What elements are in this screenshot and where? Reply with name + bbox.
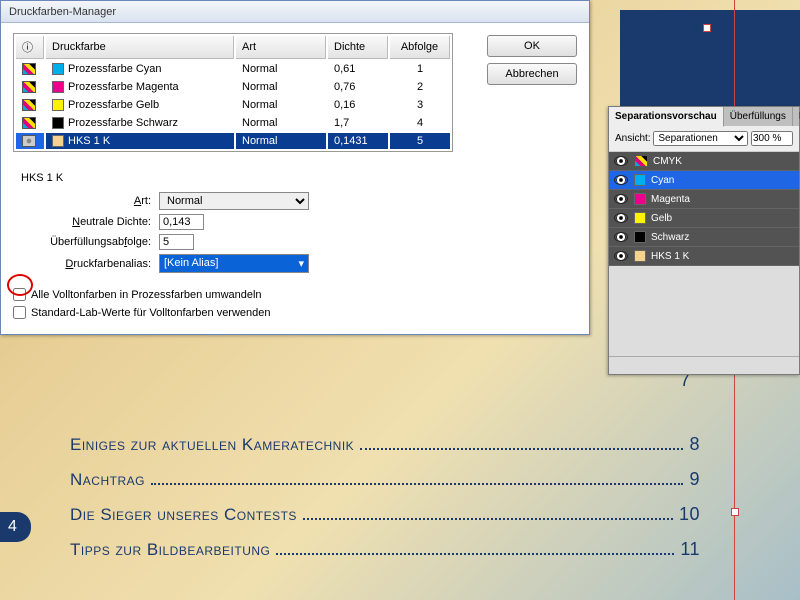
col-icon[interactable]: ⓘ <box>16 36 44 59</box>
ink-row[interactable]: Prozessfarbe MagentaNormal0,762 <box>16 79 450 95</box>
ink-manager-dialog: Druckfarben-Manager ⓘ Druckfarbe Art Dic… <box>0 0 590 335</box>
visibility-eye-icon[interactable] <box>614 232 628 242</box>
panel-spacer <box>609 266 799 356</box>
use-lab-checkbox[interactable] <box>13 306 26 319</box>
col-seq[interactable]: Abfolge <box>390 36 450 59</box>
convert-spot-checkbox[interactable] <box>13 288 26 301</box>
tab-trapping[interactable]: Überfüllungs <box>724 107 793 126</box>
art-label: Art: <box>21 195 151 207</box>
separations-panel: Separationsvorschau Überfüllungs Redu An… <box>608 106 800 375</box>
separation-list: CMYKCyanMagentaGelbSchwarzHKS 1 K <box>609 152 799 266</box>
tab-reduce[interactable]: Redu <box>793 107 800 126</box>
separation-item[interactable]: Schwarz <box>609 228 799 247</box>
ok-button[interactable]: OK <box>487 35 577 57</box>
toc-entry: Tipps zur Bildbearbeitung11 <box>70 539 700 560</box>
ink-table[interactable]: ⓘ Druckfarbe Art Dichte Abfolge Prozessf… <box>13 33 453 152</box>
detail-ink-name: HKS 1 K <box>21 172 569 184</box>
ink-row[interactable]: Prozessfarbe GelbNormal0,163 <box>16 97 450 113</box>
visibility-eye-icon[interactable] <box>614 213 628 223</box>
separation-item[interactable]: HKS 1 K <box>609 247 799 266</box>
panel-tabs: Separationsvorschau Überfüllungs Redu <box>609 107 799 126</box>
toc-entry: Die Sieger unseres Contests10 <box>70 504 700 525</box>
visibility-eye-icon[interactable] <box>614 194 628 204</box>
view-label: Ansicht: <box>615 133 651 144</box>
separation-item[interactable]: Cyan <box>609 171 799 190</box>
view-select[interactable]: Separationen <box>653 131 748 146</box>
page-number-badge: 4 <box>0 512 31 542</box>
ink-detail: HKS 1 K Art: Normal Neutrale Dichte: Übe… <box>13 166 577 283</box>
visibility-eye-icon[interactable] <box>614 175 628 185</box>
alias-select[interactable]: [Kein Alias] ▾ <box>159 254 309 273</box>
ink-row[interactable]: HKS 1 KNormal0,14315 <box>16 133 450 149</box>
panel-footer <box>609 356 799 374</box>
visibility-eye-icon[interactable] <box>614 156 628 166</box>
col-name[interactable]: Druckfarbe <box>46 36 234 59</box>
density-input[interactable] <box>159 214 204 230</box>
toc-area: 4 Einiges zur aktuellen Kameratechnik8Na… <box>70 420 700 574</box>
ink-row[interactable]: Prozessfarbe SchwarzNormal1,74 <box>16 115 450 131</box>
col-type[interactable]: Art <box>236 36 326 59</box>
seq-input[interactable] <box>159 234 194 250</box>
cancel-button[interactable]: Abbrechen <box>487 63 577 85</box>
toc-entry: Nachtrag9 <box>70 469 700 490</box>
tab-separations[interactable]: Separationsvorschau <box>609 107 724 127</box>
selection-handle[interactable] <box>703 24 711 32</box>
zoom-input[interactable] <box>751 131 793 146</box>
seq-label: Überfüllungsabfolge: <box>21 236 151 248</box>
dialog-titlebar[interactable]: Druckfarben-Manager <box>1 1 589 23</box>
convert-spot-label: Alle Volltonfarben in Prozessfarben umwa… <box>31 289 262 301</box>
ink-row[interactable]: Prozessfarbe CyanNormal0,611 <box>16 61 450 77</box>
art-select[interactable]: Normal <box>159 192 309 210</box>
density-label: Neutrale Dichte: <box>21 216 151 228</box>
toc-entry: Einiges zur aktuellen Kameratechnik8 <box>70 434 700 455</box>
selection-handle[interactable] <box>731 508 739 516</box>
use-lab-label: Standard-Lab-Werte für Volltonfarben ver… <box>31 307 271 319</box>
separation-item[interactable]: Magenta <box>609 190 799 209</box>
alias-label: Druckfarbenalias: <box>21 258 151 270</box>
col-density[interactable]: Dichte <box>328 36 388 59</box>
separation-item[interactable]: CMYK <box>609 152 799 171</box>
visibility-eye-icon[interactable] <box>614 251 628 261</box>
separation-item[interactable]: Gelb <box>609 209 799 228</box>
